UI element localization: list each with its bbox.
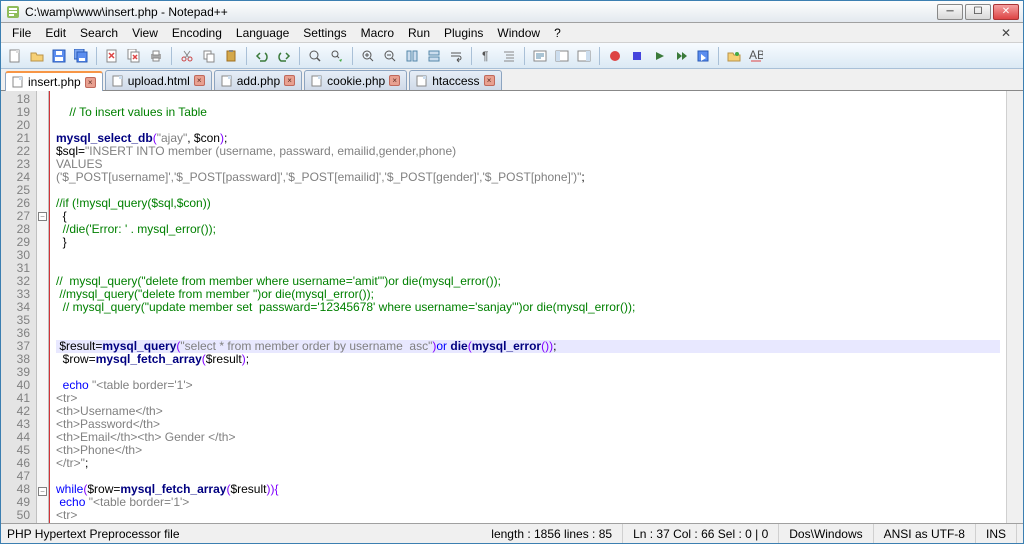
copy-button[interactable] xyxy=(199,46,219,66)
menu-macro[interactable]: Macro xyxy=(354,24,401,42)
save-macro-button[interactable] xyxy=(693,46,713,66)
tab-close-icon[interactable]: × xyxy=(194,75,205,86)
abc-button[interactable]: ABC xyxy=(746,46,766,66)
paste-button[interactable] xyxy=(221,46,241,66)
close-file-button[interactable] xyxy=(102,46,122,66)
show-all-chars-button[interactable]: ¶ xyxy=(477,46,497,66)
toolbar-separator xyxy=(718,47,719,65)
redo-button[interactable] xyxy=(274,46,294,66)
close-all-button[interactable] xyxy=(124,46,144,66)
tab-label: htaccess xyxy=(432,74,479,88)
status-filetype: PHP Hypertext Preprocessor file xyxy=(7,524,190,543)
doc-map-button[interactable] xyxy=(574,46,594,66)
tab-close-icon[interactable]: × xyxy=(284,75,295,86)
plugin-button[interactable] xyxy=(724,46,744,66)
indent-guide-button[interactable] xyxy=(499,46,519,66)
menu-search[interactable]: Search xyxy=(73,24,125,42)
folder-view-button[interactable] xyxy=(552,46,572,66)
menu-file[interactable]: File xyxy=(5,24,38,42)
menu-run[interactable]: Run xyxy=(401,24,437,42)
find-button[interactable] xyxy=(305,46,325,66)
fold-gutter[interactable]: −− xyxy=(37,91,49,523)
window-title: C:\wamp\www\insert.php - Notepad++ xyxy=(25,5,937,19)
editor-area[interactable]: 1819202122232425262728293031323334353637… xyxy=(1,91,1023,523)
file-icon xyxy=(12,76,24,88)
menu-plugins[interactable]: Plugins xyxy=(437,24,490,42)
tab-add-php[interactable]: add.php × xyxy=(214,70,302,90)
play-macro-button[interactable] xyxy=(649,46,669,66)
tab-label: cookie.php xyxy=(327,74,385,88)
status-insert-mode[interactable]: INS xyxy=(976,524,1017,543)
status-encoding[interactable]: ANSI as UTF-8 xyxy=(874,524,976,543)
toolbar: ¶ ABC xyxy=(1,43,1023,69)
menu-[interactable]: ? xyxy=(547,24,568,42)
tab-close-icon[interactable]: × xyxy=(389,75,400,86)
menubar-close-icon[interactable]: ✕ xyxy=(993,26,1019,40)
line-number-gutter: 1819202122232425262728293031323334353637… xyxy=(1,91,37,523)
cut-button[interactable] xyxy=(177,46,197,66)
play-multi-button[interactable] xyxy=(671,46,691,66)
toolbar-separator xyxy=(299,47,300,65)
zoom-in-button[interactable] xyxy=(358,46,378,66)
status-position: Ln : 37 Col : 66 Sel : 0 | 0 xyxy=(623,524,779,543)
tab-close-icon[interactable]: × xyxy=(85,77,96,88)
close-button[interactable]: ✕ xyxy=(993,4,1019,20)
menu-edit[interactable]: Edit xyxy=(38,24,73,42)
toolbar-separator xyxy=(599,47,600,65)
app-icon xyxy=(5,4,21,20)
maximize-button[interactable]: ☐ xyxy=(965,4,991,20)
status-bar: PHP Hypertext Preprocessor file length :… xyxy=(1,523,1023,543)
status-length: length : 1856 lines : 85 xyxy=(481,524,623,543)
status-eol[interactable]: Dos\Windows xyxy=(779,524,873,543)
open-file-button[interactable] xyxy=(27,46,47,66)
tab-label: insert.php xyxy=(28,75,81,89)
file-icon xyxy=(221,75,233,87)
menu-view[interactable]: View xyxy=(125,24,165,42)
zoom-out-button[interactable] xyxy=(380,46,400,66)
tab-cookie-php[interactable]: cookie.php × xyxy=(304,70,407,90)
print-button[interactable] xyxy=(146,46,166,66)
minimize-button[interactable]: ─ xyxy=(937,4,963,20)
menu-settings[interactable]: Settings xyxy=(296,24,353,42)
code-content[interactable]: // To insert values in Tablemysql_select… xyxy=(49,91,1006,523)
undo-button[interactable] xyxy=(252,46,272,66)
replace-button[interactable] xyxy=(327,46,347,66)
app-window: C:\wamp\www\insert.php - Notepad++ ─ ☐ ✕… xyxy=(0,0,1024,544)
vertical-scrollbar[interactable] xyxy=(1006,91,1023,523)
tab-close-icon[interactable]: × xyxy=(484,75,495,86)
tab-htaccess[interactable]: htaccess × xyxy=(409,70,501,90)
menu-encoding[interactable]: Encoding xyxy=(165,24,229,42)
file-icon xyxy=(112,75,124,87)
tab-insert-php[interactable]: insert.php × xyxy=(5,71,103,91)
title-bar[interactable]: C:\wamp\www\insert.php - Notepad++ ─ ☐ ✕ xyxy=(1,1,1023,23)
svg-text:¶: ¶ xyxy=(482,49,488,63)
menu-window[interactable]: Window xyxy=(490,24,547,42)
menu-bar: FileEditSearchViewEncodingLanguageSettin… xyxy=(1,23,1023,43)
save-button[interactable] xyxy=(49,46,69,66)
toolbar-separator xyxy=(471,47,472,65)
record-macro-button[interactable] xyxy=(605,46,625,66)
menu-language[interactable]: Language xyxy=(229,24,296,42)
save-all-button[interactable] xyxy=(71,46,91,66)
tab-bar: insert.php×upload.html×add.php×cookie.ph… xyxy=(1,69,1023,91)
function-list-button[interactable] xyxy=(530,46,550,66)
svg-text:ABC: ABC xyxy=(749,49,763,62)
tab-label: add.php xyxy=(237,74,280,88)
stop-macro-button[interactable] xyxy=(627,46,647,66)
tab-upload-html[interactable]: upload.html × xyxy=(105,70,212,90)
toolbar-separator xyxy=(96,47,97,65)
sync-h-button[interactable] xyxy=(424,46,444,66)
tab-label: upload.html xyxy=(128,74,190,88)
file-icon xyxy=(311,75,323,87)
toolbar-separator xyxy=(352,47,353,65)
window-controls: ─ ☐ ✕ xyxy=(937,4,1019,20)
wordwrap-button[interactable] xyxy=(446,46,466,66)
toolbar-separator xyxy=(524,47,525,65)
toolbar-separator xyxy=(171,47,172,65)
file-icon xyxy=(416,75,428,87)
toolbar-separator xyxy=(246,47,247,65)
new-file-button[interactable] xyxy=(5,46,25,66)
sync-v-button[interactable] xyxy=(402,46,422,66)
